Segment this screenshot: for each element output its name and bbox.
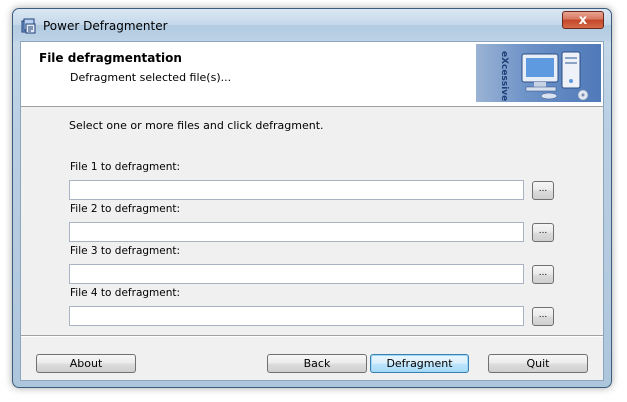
page-title: File defragmentation — [39, 51, 182, 65]
file-1-input[interactable] — [69, 180, 524, 200]
back-button[interactable]: Back — [267, 354, 367, 373]
file-2-label: File 2 to defragment: — [70, 203, 181, 215]
quit-button[interactable]: Quit — [488, 354, 588, 373]
file-3-label: File 3 to defragment: — [70, 245, 181, 257]
window-frame: Power Defragmenter x File defragmentatio… — [12, 8, 612, 388]
header-panel: File defragmentation Defragment selected… — [21, 42, 603, 107]
instruction-text: Select one or more files and click defra… — [69, 119, 324, 132]
close-button[interactable]: x — [562, 11, 604, 29]
file-2-browse-button[interactable]: ... — [532, 223, 554, 242]
file-4-browse-button[interactable]: ... — [532, 307, 554, 326]
footer-divider — [21, 335, 603, 337]
window-title: Power Defragmenter — [43, 19, 168, 33]
banner-image: eXcessive Software — [476, 44, 601, 102]
defragment-button[interactable]: Defragment — [370, 354, 469, 373]
title-bar[interactable]: Power Defragmenter x — [13, 9, 611, 41]
file-3-browse-button[interactable]: ... — [532, 265, 554, 284]
close-icon: x — [578, 13, 588, 28]
file-4-input[interactable] — [69, 306, 524, 326]
file-4-label: File 4 to defragment: — [70, 287, 181, 299]
app-window: Power Defragmenter x File defragmentatio… — [0, 0, 627, 402]
file-2-input[interactable] — [69, 222, 524, 242]
app-icon — [21, 18, 36, 34]
computer-icon — [521, 51, 589, 101]
file-1-label: File 1 to defragment: — [70, 161, 181, 173]
file-3-input[interactable] — [69, 264, 524, 284]
page-subtitle: Defragment selected file(s)... — [70, 71, 232, 84]
file-1-browse-button[interactable]: ... — [532, 181, 554, 200]
about-button[interactable]: About — [36, 354, 136, 373]
dialog-body: File defragmentation Defragment selected… — [20, 41, 604, 381]
